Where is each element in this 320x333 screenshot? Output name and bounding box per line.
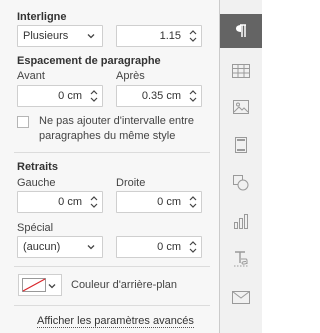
advanced-settings-link[interactable]: Afficher les paramètres avancés — [37, 315, 194, 328]
spinner-arrows-icon[interactable] — [89, 88, 99, 104]
special-indent-label: Spécial — [17, 222, 54, 234]
line-spacing-heading: Interligne — [17, 11, 67, 23]
same-style-label-line1: Ne pas ajouter d'intervalle entre — [39, 115, 194, 127]
background-color-label: Couleur d'arrière-plan — [71, 279, 178, 291]
chevron-down-icon — [87, 34, 95, 39]
right-settings-rail — [220, 0, 262, 333]
spinner-arrows-icon[interactable] — [188, 194, 198, 210]
paragraph-settings-tab[interactable] — [220, 14, 262, 48]
line-spacing-type-value: Plusieurs — [23, 30, 69, 42]
spacing-before-field[interactable]: 0 cm — [17, 85, 103, 107]
special-indent-amount: 0 cm — [157, 241, 181, 253]
mail-merge-tab[interactable] — [220, 280, 262, 314]
shape-settings-tab[interactable] — [220, 166, 262, 200]
chevron-down-icon — [48, 284, 56, 289]
indent-left-label: Gauche — [17, 177, 56, 189]
paragraph-spacing-heading: Espacement de paragraphe — [17, 55, 161, 67]
background-color-picker[interactable] — [18, 274, 62, 296]
chart-settings-tab[interactable] — [220, 204, 262, 238]
text-art-settings-icon — [234, 251, 248, 267]
special-indent-value: (aucun) — [23, 241, 61, 253]
header-footer-settings-icon — [235, 137, 247, 153]
text-art-settings-tab[interactable] — [220, 242, 262, 276]
divider — [14, 266, 210, 267]
paragraph-settings-icon — [236, 24, 246, 37]
image-settings-icon — [233, 100, 249, 114]
special-indent-amount-field[interactable]: 0 cm — [116, 236, 202, 258]
indent-left-value: 0 cm — [58, 196, 82, 208]
mail-merge-icon — [232, 290, 250, 304]
paragraph-settings-panel: Interligne Plusieurs 1.15 Espacement de … — [0, 0, 220, 333]
header-footer-settings-tab[interactable] — [220, 128, 262, 162]
indent-right-field[interactable]: 0 cm — [116, 191, 202, 213]
chevron-down-icon — [87, 245, 95, 250]
image-settings-tab[interactable] — [220, 90, 262, 124]
same-style-checkbox[interactable] — [17, 116, 29, 128]
spinner-arrows-icon[interactable] — [188, 88, 198, 104]
divider — [14, 152, 210, 153]
same-style-label-line2: paragraphes du même style — [39, 130, 176, 142]
table-settings-tab[interactable] — [220, 54, 262, 88]
spinner-arrows-icon[interactable] — [188, 28, 198, 44]
spacing-before-value: 0 cm — [58, 90, 82, 102]
special-indent-select[interactable]: (aucun) — [17, 236, 103, 258]
spacing-before-label: Avant — [17, 70, 45, 82]
same-style-checkbox-label: Ne pas ajouter d'intervalle entre paragr… — [39, 114, 194, 144]
indent-left-field[interactable]: 0 cm — [17, 191, 103, 213]
line-spacing-value-field[interactable]: 1.15 — [116, 25, 202, 47]
indent-right-value: 0 cm — [157, 196, 181, 208]
indent-right-label: Droite — [116, 177, 146, 189]
indents-heading: Retraits — [17, 161, 58, 173]
no-color-swatch-icon — [22, 278, 46, 292]
spacing-after-label: Après — [116, 70, 145, 82]
spacing-after-field[interactable]: 0.35 cm — [116, 85, 202, 107]
spinner-arrows-icon[interactable] — [188, 239, 198, 255]
spinner-arrows-icon[interactable] — [89, 194, 99, 210]
chart-settings-icon — [234, 214, 248, 229]
shape-settings-icon — [233, 175, 249, 191]
line-spacing-value: 1.15 — [159, 30, 181, 42]
spacing-after-value: 0.35 cm — [141, 90, 181, 102]
divider — [14, 305, 210, 306]
line-spacing-type-select[interactable]: Plusieurs — [17, 25, 103, 47]
table-settings-icon — [232, 64, 250, 78]
